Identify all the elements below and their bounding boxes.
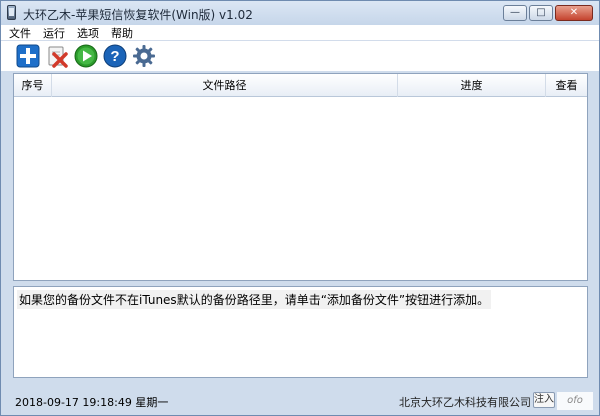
settings-gear-icon (133, 45, 155, 67)
status-datetime: 2018-09-17 19:18:49 星期一 (15, 396, 169, 409)
delete-backup-button[interactable] (44, 43, 70, 69)
add-icon (16, 44, 40, 68)
add-backup-button[interactable] (15, 43, 41, 69)
column-header-view[interactable]: 查看 (546, 74, 587, 97)
column-header-progress[interactable]: 进度 (398, 74, 546, 97)
run-icon (74, 44, 98, 68)
maximize-icon: □ (536, 7, 546, 18)
help-button[interactable]: ? (102, 43, 128, 69)
backup-file-list[interactable]: 序号 文件路径 进度 查看 (13, 73, 588, 281)
window-title: 大环乙木-苹果短信恢复软件(Win版) v1.02 (23, 8, 253, 22)
delete-icon (48, 46, 68, 68)
menu-file[interactable]: 文件 (9, 25, 31, 41)
help-icon: ? (103, 44, 127, 68)
status-tag: 注入 (533, 392, 555, 408)
maximize-button[interactable]: □ (529, 5, 553, 21)
column-header-path[interactable]: 文件路径 (52, 74, 398, 97)
title-bar: 大环乙木-苹果短信恢复软件(Win版) v1.02 — □ ✕ (1, 1, 599, 25)
settings-button[interactable] (131, 43, 157, 69)
column-header-index[interactable]: 序号 (14, 74, 52, 97)
menu-options[interactable]: 选项 (77, 25, 99, 41)
close-button[interactable]: ✕ (555, 5, 593, 21)
close-icon: ✕ (569, 7, 579, 18)
table-header: 序号 文件路径 进度 查看 (14, 74, 587, 97)
toolbar: ? (1, 41, 599, 71)
minimize-icon: — (510, 7, 520, 18)
phone-app-icon (7, 5, 16, 20)
menu-bar: 文件 运行 选项 帮助 (1, 25, 599, 41)
svg-text:?: ? (110, 48, 119, 65)
run-button[interactable] (73, 43, 99, 69)
menu-help[interactable]: 帮助 (111, 25, 133, 41)
window-controls: — □ ✕ (501, 5, 593, 21)
message-panel: 如果您的备份文件不在iTunes默认的备份路径里，请单击“添加备份文件”按钮进行… (13, 286, 588, 378)
instruction-message: 如果您的备份文件不在iTunes默认的备份路径里，请单击“添加备份文件”按钮进行… (17, 290, 492, 309)
app-window: 大环乙木-苹果短信恢复软件(Win版) v1.02 — □ ✕ 文件 运行 选项… (0, 0, 600, 416)
status-company: 北京大环乙木科技有限公司 (399, 396, 531, 409)
menu-run[interactable]: 运行 (43, 25, 65, 41)
minimize-button[interactable]: — (503, 5, 527, 21)
watermark-logo: ofo (557, 392, 593, 410)
